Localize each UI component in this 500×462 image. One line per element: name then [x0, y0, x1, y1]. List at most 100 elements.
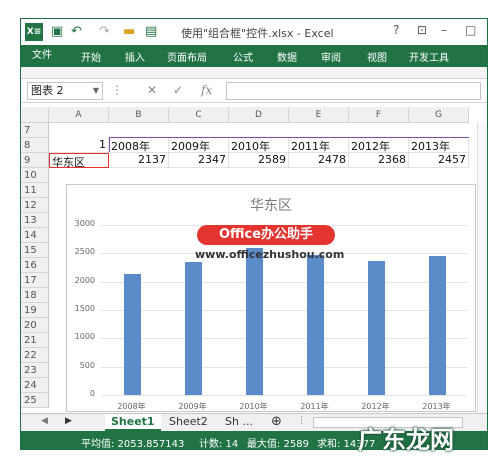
cell-b8[interactable]: 2008年 — [109, 138, 169, 153]
cell-g8[interactable]: 2013年 — [409, 138, 469, 153]
more-icon: ⋮ — [111, 83, 123, 97]
ribbon-collapsed — [21, 67, 487, 79]
cancel-icon[interactable]: ✕ — [147, 83, 157, 97]
cell-a9[interactable]: 华东区 — [49, 153, 109, 168]
cell-d8[interactable]: 2010年 — [229, 138, 289, 153]
vertical-scrollbar[interactable] — [477, 123, 487, 413]
more-sheets-icon[interactable]: ⋮ — [297, 416, 306, 426]
x-tick-label: 2011年 — [300, 402, 329, 411]
row-header-11[interactable]: 11 — [21, 183, 49, 198]
x-tick-label: 2010年 — [239, 402, 268, 411]
undo-icon[interactable]: ↶ — [71, 24, 82, 39]
watermark-url: www.officezhushou.com — [195, 248, 345, 261]
ribbon-tabs: 文件 开始 插入 页面布局 公式 数据 审阅 视图 开发工具 — [21, 45, 487, 67]
row-header-13[interactable]: 13 — [21, 213, 49, 228]
scroll-left-icon[interactable]: ◀ — [41, 416, 48, 426]
bar-2013年[interactable] — [428, 255, 446, 395]
cell-d9[interactable]: 2589 — [229, 153, 289, 168]
cell-b9[interactable]: 2137 — [109, 153, 169, 168]
bar-2008年[interactable] — [123, 273, 141, 395]
row-header-18[interactable]: 18 — [21, 288, 49, 303]
formula-input[interactable] — [226, 82, 481, 100]
tab-developer[interactable]: 开发工具 — [409, 49, 449, 64]
row-header-20[interactable]: 20 — [21, 318, 49, 333]
status-max: 最大值: 2589 — [247, 439, 309, 450]
row-header-15[interactable]: 15 — [21, 243, 49, 258]
bar-2010年[interactable] — [245, 248, 263, 395]
excel-logo-icon: X≡ — [25, 23, 43, 41]
redo-icon[interactable]: ↷ — [99, 24, 110, 39]
excel-window: X≡ ▣ ↶ ↷ ▬ ▤ 使用"组合框"控件.xlsx - Excel ? ⊡ … — [20, 18, 488, 450]
gridline — [101, 281, 467, 283]
bar-2011年[interactable] — [306, 254, 324, 395]
tab-data[interactable]: 数据 — [277, 49, 297, 64]
row-header-8[interactable]: 8 — [21, 138, 49, 153]
tab-view[interactable]: 视图 — [367, 49, 387, 64]
sheet-tab-sheet1[interactable]: Sheet1 — [105, 414, 161, 431]
row-header-23[interactable]: 23 — [21, 363, 49, 378]
tab-formulas[interactable]: 公式 — [233, 49, 253, 64]
col-header-c[interactable]: C — [169, 107, 229, 123]
cell-c8[interactable]: 2009年 — [169, 138, 229, 153]
row-header-17[interactable]: 17 — [21, 273, 49, 288]
cell-g9[interactable]: 2457 — [409, 153, 469, 168]
bar-2009年[interactable] — [184, 262, 202, 395]
ribbon-display-button[interactable]: ⊡ — [417, 23, 427, 37]
cell-f8[interactable]: 2012年 — [349, 138, 409, 153]
sheet-tab-more[interactable]: Sh ... — [219, 414, 259, 431]
print-preview-icon[interactable]: ▤ — [145, 24, 157, 39]
col-header-a[interactable]: A — [49, 107, 109, 123]
maximize-button[interactable]: □ — [465, 23, 476, 37]
row-header-24[interactable]: 24 — [21, 378, 49, 393]
save-icon[interactable]: ▣ — [51, 24, 63, 39]
open-folder-icon[interactable]: ▬ — [123, 24, 135, 39]
insert-function-icon[interactable]: fx — [201, 83, 212, 97]
y-tick-label: 1500 — [74, 304, 95, 313]
row-header-22[interactable]: 22 — [21, 348, 49, 363]
col-header-g[interactable]: G — [409, 107, 469, 123]
y-tick-label: 2500 — [74, 247, 95, 257]
gridline — [101, 395, 467, 396]
tab-page-layout[interactable]: 页面布局 — [167, 49, 207, 64]
row-header-7[interactable]: 7 — [21, 123, 49, 138]
cell-f9[interactable]: 2368 — [349, 153, 409, 168]
sheet-tab-sheet2[interactable]: Sheet2 — [163, 414, 214, 431]
tab-review[interactable]: 审阅 — [321, 49, 341, 64]
row-header-21[interactable]: 21 — [21, 333, 49, 348]
name-box[interactable]: 图表 2 ▼ — [27, 82, 103, 100]
col-header-e[interactable]: E — [289, 107, 349, 123]
row-header-19[interactable]: 19 — [21, 303, 49, 318]
formula-bar: 图表 2 ▼ ⋮ ✕ ✓ fx — [21, 79, 487, 103]
gridline — [101, 310, 467, 311]
cell-e9[interactable]: 2478 — [289, 153, 349, 168]
add-sheet-icon[interactable]: ⊕ — [265, 414, 288, 431]
tab-home[interactable]: 开始 — [81, 49, 101, 64]
chevron-down-icon[interactable]: ▼ — [93, 83, 99, 99]
cell-e8[interactable]: 2011年 — [289, 138, 349, 153]
tab-file[interactable]: 文件 — [21, 45, 63, 67]
select-all-corner[interactable] — [21, 107, 49, 123]
row-header-10[interactable]: 10 — [21, 168, 49, 183]
bar-2012年[interactable] — [367, 260, 385, 395]
scroll-right-icon[interactable]: ▶ — [65, 416, 72, 426]
help-button[interactable]: ? — [393, 23, 399, 37]
tab-insert[interactable]: 插入 — [125, 49, 145, 64]
col-header-b[interactable]: B — [109, 107, 169, 123]
enter-icon[interactable]: ✓ — [173, 83, 183, 97]
x-tick-label: 2008年 — [117, 402, 146, 411]
col-header-d[interactable]: D — [229, 107, 289, 123]
site-watermark: 广东龙网 — [358, 425, 454, 454]
y-tick-label: 2000 — [74, 275, 95, 285]
cell-a8[interactable]: 1 — [49, 138, 109, 153]
row-header-14[interactable]: 14 — [21, 228, 49, 243]
row-header-16[interactable]: 16 — [21, 258, 49, 273]
minimize-button[interactable]: – — [441, 23, 447, 37]
col-header-f[interactable]: F — [349, 107, 409, 123]
worksheet-grid[interactable]: A B C D E F G 7 8 9 10 11 12 13 14 15 16 17 18 19 20 2… — [21, 107, 487, 413]
row-header-12[interactable]: 12 — [21, 198, 49, 213]
row-header-9[interactable]: 9 — [21, 153, 49, 168]
chart-object[interactable]: 华东区 3000 2500 2000 1500 1000 500 0 2008年 2009年 20… — [66, 184, 476, 412]
y-tick-label: 0 — [89, 389, 95, 398]
cell-c9[interactable]: 2347 — [169, 153, 229, 168]
row-header-25[interactable]: 25 — [21, 393, 49, 408]
